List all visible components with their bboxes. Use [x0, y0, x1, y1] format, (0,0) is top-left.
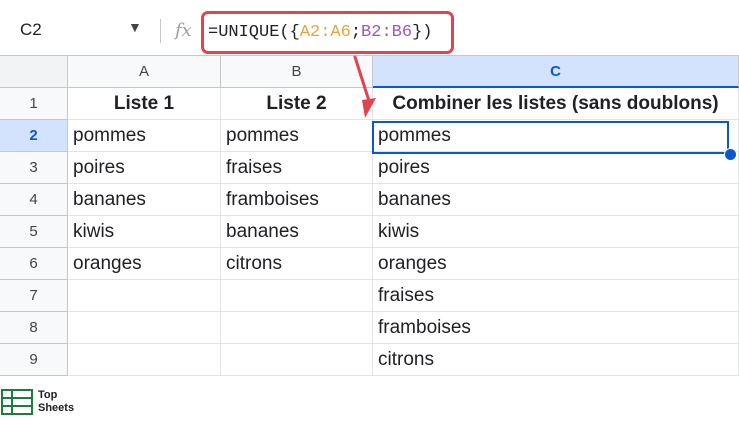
logo-line-1: Top — [38, 389, 58, 401]
logo: Top Sheets — [0, 388, 80, 417]
annotation-arrow-icon — [353, 55, 376, 118]
logo-line-2: Sheets — [38, 402, 75, 414]
sheets-logo-icon — [1, 389, 33, 415]
